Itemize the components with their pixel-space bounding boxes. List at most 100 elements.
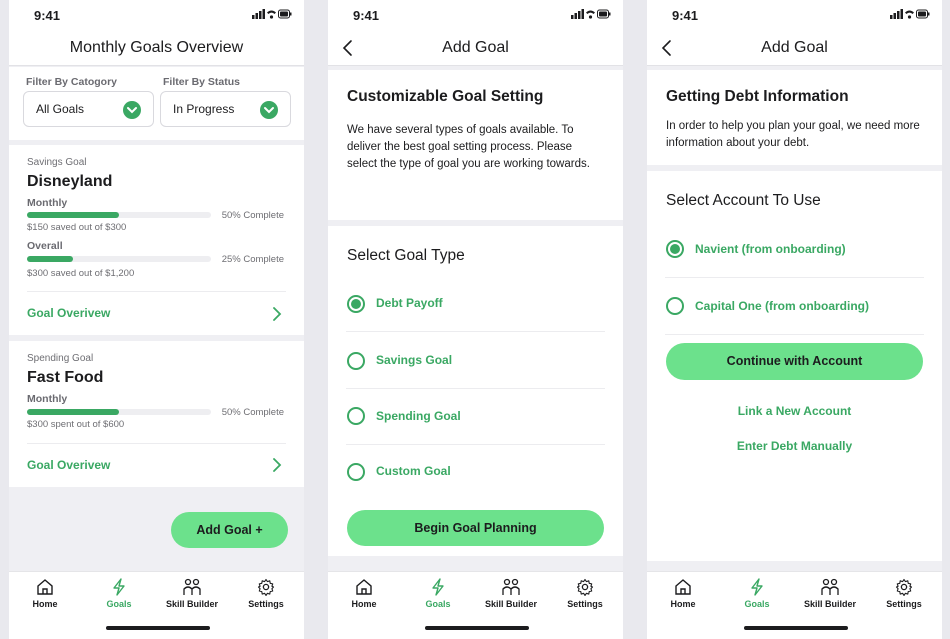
- tab-home[interactable]: Home: [648, 578, 718, 609]
- tab-label: Settings: [248, 599, 284, 609]
- progress-percent: 50% Complete: [221, 210, 284, 221]
- divider: [665, 334, 924, 335]
- goal-card: Spending Goal Fast Food Monthly 50% Comp…: [9, 341, 304, 487]
- filter-status-select[interactable]: In Progress: [160, 91, 291, 127]
- radio-capital-one[interactable]: [666, 297, 684, 315]
- tab-label: Settings: [567, 599, 603, 609]
- people-icon: [502, 578, 520, 595]
- tab-skill-builder[interactable]: Skill Builder: [157, 578, 227, 609]
- radio-custom-goal[interactable]: [347, 463, 365, 481]
- tab-skill-builder[interactable]: Skill Builder: [476, 578, 546, 609]
- add-goal-account-screen: 9:41 Add Goal Getting Debt Information I…: [647, 0, 942, 639]
- account-select-card: Select Account To Use Navient (from onbo…: [647, 171, 942, 561]
- radio-savings-goal[interactable]: [347, 352, 365, 370]
- continue-with-account-button[interactable]: Continue with Account: [666, 343, 923, 380]
- goal-overview-link[interactable]: Goal Overivew: [27, 306, 110, 320]
- option-label[interactable]: Debt Payoff: [376, 296, 443, 310]
- status-indicators-icon: [252, 9, 292, 19]
- status-bar: 9:41: [328, 0, 623, 30]
- tab-label: Goals: [106, 599, 132, 609]
- section-heading: Select Goal Type: [347, 247, 465, 264]
- page-title: Monthly Goals Overview: [69, 39, 244, 56]
- progress-percent: 25% Complete: [221, 254, 284, 265]
- tab-bar: Home Goals Skill Builder Settings: [9, 571, 304, 639]
- option-label[interactable]: Navient (from onboarding): [695, 242, 846, 256]
- gear-icon: [576, 578, 594, 596]
- option-label[interactable]: Spending Goal: [376, 409, 461, 423]
- radio-navient[interactable]: [666, 240, 684, 258]
- add-goal-type-screen: 9:41 Add Goal Customizable Goal Setting …: [328, 0, 623, 639]
- section-heading: Customizable Goal Setting: [347, 88, 544, 105]
- radio-spending-goal[interactable]: [347, 407, 365, 425]
- divider: [665, 277, 924, 278]
- tab-label: Goals: [744, 599, 770, 609]
- progress-detail: $150 saved out of $300: [27, 222, 127, 233]
- tab-home[interactable]: Home: [329, 578, 399, 609]
- filter-category-value: All Goals: [36, 102, 85, 116]
- goal-overview-link[interactable]: Goal Overivew: [27, 458, 110, 472]
- progress-label: Monthly: [27, 197, 68, 209]
- home-indicator: [106, 626, 210, 630]
- option-label[interactable]: Capital One (from onboarding): [695, 299, 869, 313]
- option-label[interactable]: Custom Goal: [376, 464, 451, 478]
- enter-debt-manually-link[interactable]: Enter Debt Manually: [647, 439, 942, 453]
- tab-home[interactable]: Home: [10, 578, 80, 609]
- tab-label: Goals: [425, 599, 451, 609]
- add-goal-button[interactable]: Add Goal +: [171, 512, 288, 548]
- tab-settings[interactable]: Settings: [231, 578, 301, 609]
- chevron-down-icon: [123, 101, 141, 119]
- nav-bar: Monthly Goals Overview: [9, 30, 304, 66]
- lightning-icon: [113, 578, 125, 596]
- description-text: We have several types of goals available…: [347, 124, 590, 170]
- progress-percent: 50% Complete: [221, 407, 284, 418]
- divider: [27, 443, 286, 444]
- tab-label: Home: [32, 599, 58, 609]
- home-icon: [675, 579, 691, 595]
- goal-type: Spending Goal: [27, 353, 94, 364]
- filter-category-label: Filter By Catogory: [26, 76, 118, 88]
- filter-category-select[interactable]: All Goals: [23, 91, 154, 127]
- tab-label: Skill Builder: [484, 599, 537, 609]
- home-indicator: [744, 626, 848, 630]
- progress-bar: [27, 212, 211, 218]
- divider: [27, 291, 286, 292]
- chevron-right-icon[interactable]: [272, 307, 282, 321]
- link-new-account-link[interactable]: Link a New Account: [647, 404, 942, 418]
- divider: [346, 444, 605, 445]
- tab-settings[interactable]: Settings: [869, 578, 939, 609]
- people-icon: [183, 578, 201, 595]
- status-indicators-icon: [890, 9, 930, 19]
- home-icon: [356, 579, 372, 595]
- goal-type-card: Select Goal Type Debt Payoff Savings Goa…: [328, 226, 623, 556]
- chevron-right-icon[interactable]: [272, 458, 282, 472]
- progress-fill: [27, 409, 119, 415]
- lightning-icon: [432, 578, 444, 596]
- tab-goals[interactable]: Goals: [84, 578, 154, 609]
- tab-label: Skill Builder: [803, 599, 856, 609]
- divider: [346, 331, 605, 332]
- tab-bar: Home Goals Skill Builder Settings: [328, 571, 623, 639]
- tab-goals[interactable]: Goals: [403, 578, 473, 609]
- gear-icon: [895, 578, 913, 596]
- section-heading: Select Account To Use: [666, 192, 821, 209]
- status-time: 9:41: [672, 8, 699, 23]
- goals-overview-screen: 9:41 Monthly Goals Overview Filter By Ca…: [9, 0, 304, 639]
- tab-label: Home: [351, 599, 377, 609]
- chevron-down-icon: [260, 101, 278, 119]
- filter-status-label: Filter By Status: [163, 76, 241, 88]
- tab-label: Skill Builder: [165, 599, 218, 609]
- tab-goals[interactable]: Goals: [722, 578, 792, 609]
- radio-debt-payoff[interactable]: [347, 295, 365, 313]
- option-label[interactable]: Savings Goal: [376, 353, 452, 367]
- progress-detail: $300 saved out of $1,200: [27, 268, 135, 279]
- tab-settings[interactable]: Settings: [550, 578, 620, 609]
- home-icon: [37, 579, 53, 595]
- nav-bar: Add Goal: [647, 30, 942, 66]
- status-bar: 9:41: [647, 0, 942, 30]
- status-time: 9:41: [353, 8, 380, 23]
- begin-goal-planning-button[interactable]: Begin Goal Planning: [347, 510, 604, 546]
- people-icon: [821, 578, 839, 595]
- tab-skill-builder[interactable]: Skill Builder: [795, 578, 865, 609]
- progress-fill: [27, 212, 119, 218]
- goal-card: Savings Goal Disneyland Monthly 50% Comp…: [9, 145, 304, 335]
